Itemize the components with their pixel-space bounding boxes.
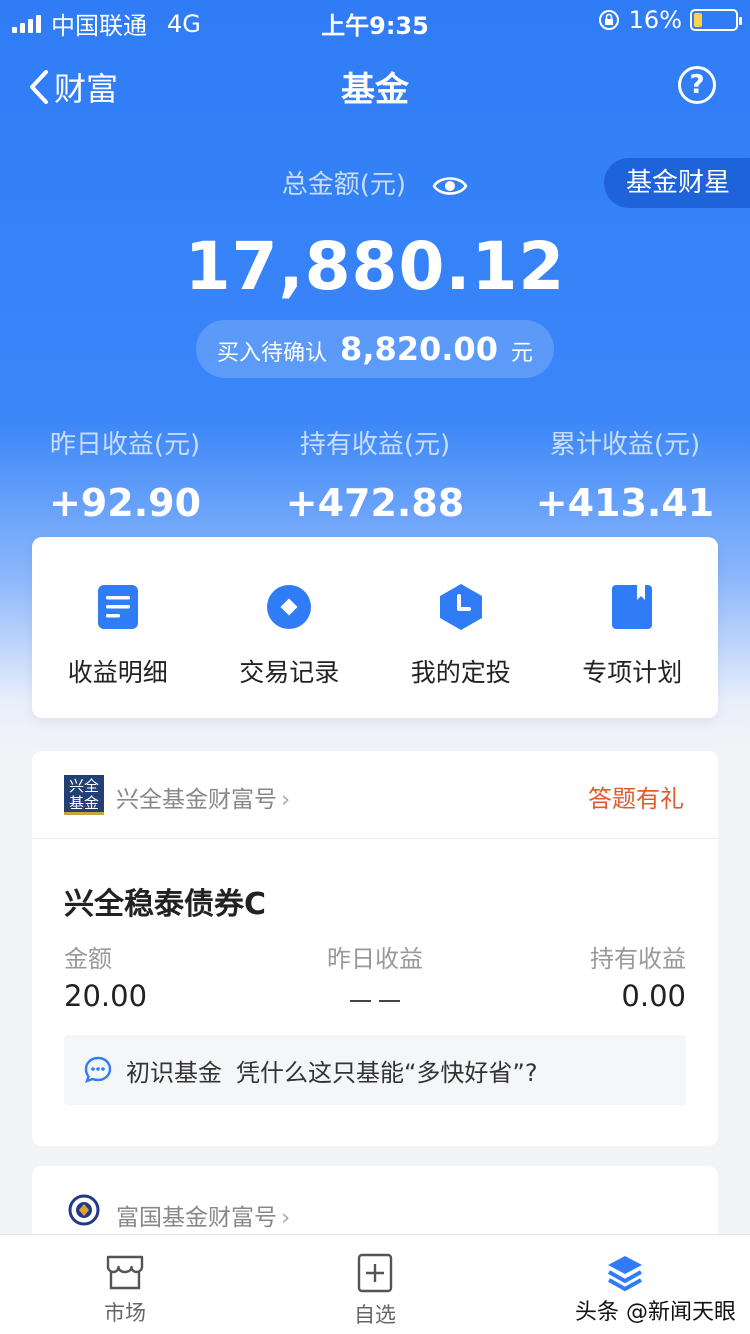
fund-house-link-2[interactable]: 富国基金财富号 › — [116, 1198, 290, 1232]
fund-tip-banner[interactable]: 初识基金 凭什么这只基能“多快好省”? — [64, 1035, 686, 1105]
clock-icon — [437, 583, 485, 631]
rotation-lock-icon — [598, 10, 619, 30]
status-bar: 中国联通 4G 上午9:35 16% — [0, 0, 750, 42]
fund-star-button[interactable]: 基金财星 — [604, 158, 750, 208]
pending-unit: 元 — [510, 341, 533, 366]
fund-holding-card[interactable]: 兴全 基金 兴全基金财富号 › 答题有礼 兴全稳泰债券C 金额 昨日收益 持有收益… — [32, 751, 718, 1146]
shortcut-special-plan[interactable]: 专项计划 — [547, 537, 719, 718]
holding-earnings-value: 0.00 — [621, 979, 686, 1013]
stat-holding[interactable]: 持有收益(元) +472.88 — [250, 424, 500, 525]
stat-label: 累计收益(元) — [549, 430, 701, 460]
stat-yesterday[interactable]: 昨日收益(元) +92.90 — [0, 424, 250, 525]
tab-watchlist[interactable]: 自选 — [250, 1235, 500, 1334]
shortcut-trade-records[interactable]: 交易记录 — [204, 537, 376, 718]
shortcut-card: 收益明细 交易记录 我的定投 专项计划 — [32, 537, 718, 718]
fund-card-header: 兴全 基金 兴全基金财富号 › 答题有礼 — [32, 751, 718, 839]
tip-text: 凭什么这只基能“多快好省”? — [236, 1058, 538, 1087]
watermark: 头条 @新闻天眼 — [575, 1300, 736, 1325]
tip-tag: 初识基金 — [126, 1058, 222, 1087]
help-icon[interactable]: ? — [678, 66, 716, 104]
shortcut-label: 我的定投 — [410, 658, 511, 687]
pending-label: 买入待确认 — [217, 341, 328, 366]
tab-label: 自选 — [354, 1303, 396, 1327]
shortcut-label: 收益明细 — [67, 658, 168, 687]
stat-value: +92.90 — [48, 481, 202, 525]
document-icon — [94, 583, 142, 631]
chevron-right-icon: › — [281, 1205, 291, 1231]
pending-amount: 8,820.00 — [340, 330, 498, 368]
fund-house-name: 兴全基金财富号 — [116, 787, 277, 813]
page-title: 基金 — [341, 70, 409, 110]
fund-house-name-2: 富国基金财富号 — [116, 1205, 277, 1231]
stat-value: +472.88 — [285, 481, 465, 525]
shortcut-label: 专项计划 — [582, 658, 683, 687]
record-icon — [265, 583, 313, 631]
logo-text-top: 兴全 — [68, 777, 99, 795]
fund-house-link[interactable]: 兴全基金财富号 › — [116, 780, 290, 814]
layers-icon — [608, 1256, 642, 1291]
chevron-right-icon: › — [281, 787, 291, 813]
logo-text-bottom: 基金 — [68, 794, 99, 812]
stat-label: 持有收益(元) — [299, 430, 451, 460]
fund-house-logo: 兴全 基金 — [64, 775, 104, 815]
stat-value: +413.41 — [535, 481, 715, 525]
quiz-reward-link[interactable]: 答题有礼 — [588, 779, 684, 814]
earnings-stats: 昨日收益(元) +92.90 持有收益(元) +472.88 累计收益(元) +… — [0, 424, 750, 525]
bookmark-icon — [608, 583, 656, 631]
yesterday-earnings-value: －－ — [345, 985, 404, 1019]
shortcut-earnings-detail[interactable]: 收益明细 — [32, 537, 204, 718]
fund-name: 兴全稳泰债券C — [64, 887, 267, 922]
shortcut-label: 交易记录 — [239, 658, 340, 687]
eye-icon[interactable] — [432, 174, 468, 198]
shortcut-auto-invest[interactable]: 我的定投 — [375, 537, 547, 718]
market-icon — [106, 1255, 144, 1290]
stat-label: 昨日收益(元) — [49, 430, 201, 460]
holding-earnings-label: 持有收益 — [590, 945, 686, 973]
tab-label: 市场 — [104, 1301, 146, 1325]
battery-percent: 16% — [628, 6, 682, 34]
navigation-bar: 财富 基金 ? — [0, 54, 750, 114]
stat-cumulative[interactable]: 累计收益(元) +413.41 — [500, 424, 750, 525]
total-amount: 17,880.12 — [184, 228, 566, 305]
total-amount-label: 总金额(元) — [281, 170, 407, 200]
pending-confirmation-pill[interactable]: 买入待确认 8,820.00 元 — [196, 320, 554, 378]
battery-icon — [690, 9, 742, 31]
tab-market[interactable]: 市场 — [0, 1235, 250, 1334]
fund-house-logo-2 — [68, 1194, 100, 1226]
chat-bubble-icon — [84, 1056, 112, 1083]
add-watchlist-icon — [357, 1253, 393, 1293]
